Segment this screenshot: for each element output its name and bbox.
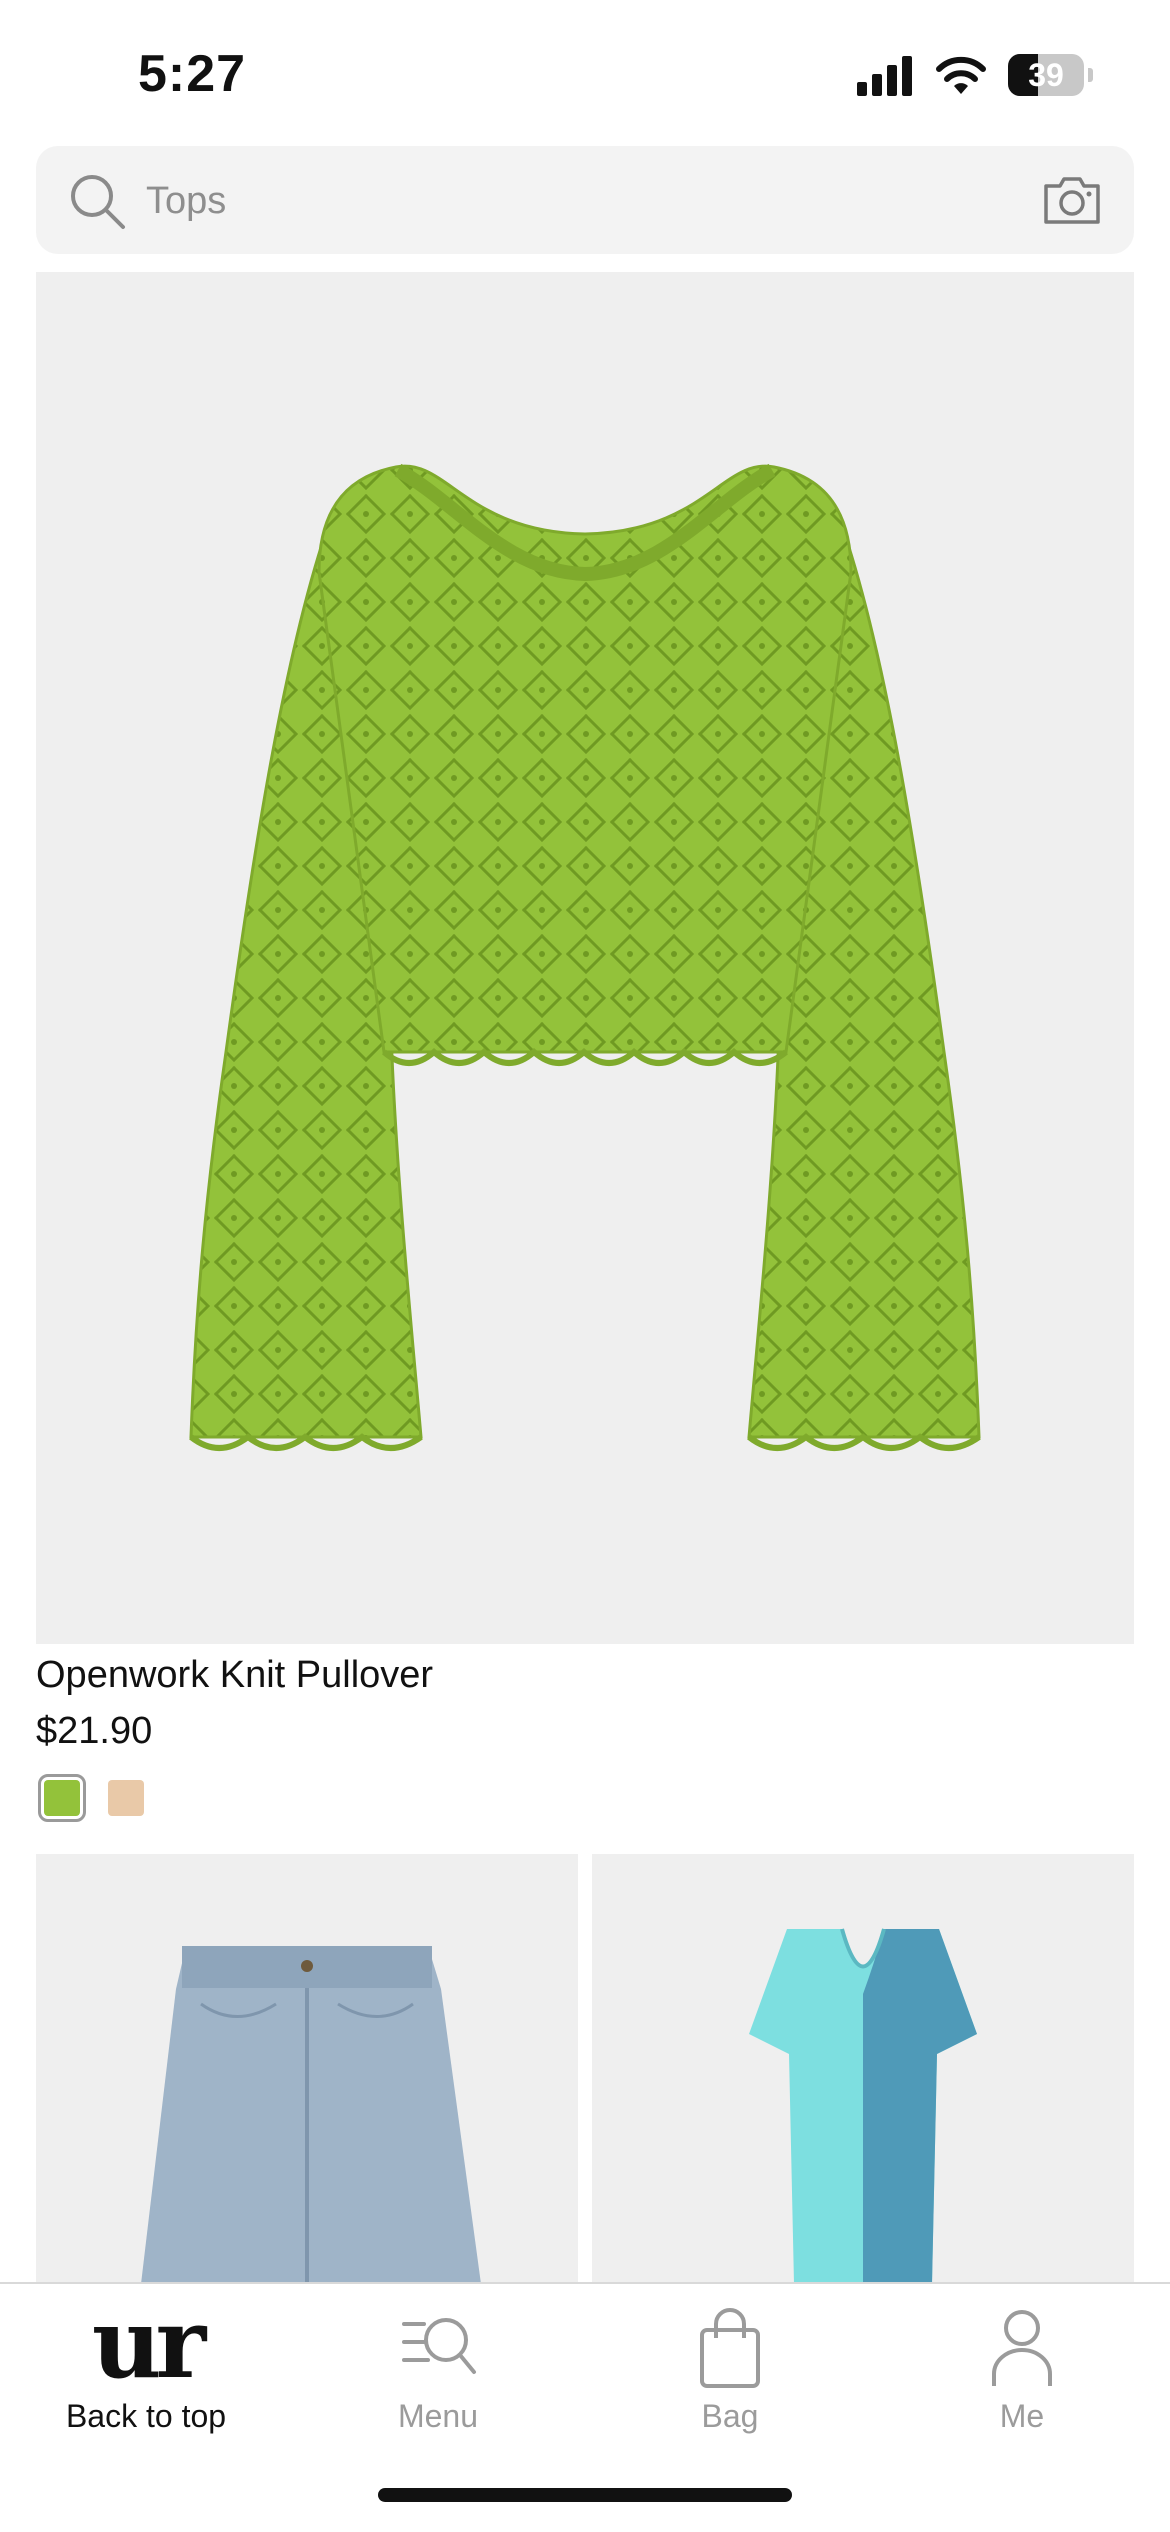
- menu-search-icon: [402, 2318, 476, 2374]
- battery-icon: 39: [1008, 54, 1093, 96]
- status-time: 5:27: [138, 45, 247, 103]
- battery-body: 39: [1008, 54, 1084, 96]
- featured-product-image[interactable]: [36, 272, 1134, 1644]
- search-icon: [71, 175, 125, 229]
- tab-back-to-top[interactable]: ur Back to top: [0, 2284, 292, 2464]
- tab-bag[interactable]: Bag: [584, 2284, 876, 2464]
- status-bar: 5:27 39: [0, 0, 1170, 140]
- camera-icon[interactable]: [1042, 174, 1102, 226]
- bag-icon: [700, 2308, 760, 2388]
- battery-percentage: 39: [1028, 57, 1064, 93]
- jeans-image: [141, 1946, 481, 2284]
- home-indicator[interactable]: [378, 2488, 792, 2502]
- tab-label-me: Me: [999, 2398, 1045, 2434]
- ur-logo-icon: ur: [91, 2287, 206, 2400]
- product-price: $21.90: [36, 1710, 153, 1752]
- color-swatch-green[interactable]: [38, 1774, 86, 1822]
- search-input[interactable]: [144, 174, 1028, 228]
- tab-me[interactable]: Me: [876, 2284, 1168, 2464]
- tab-label-back-to-top: Back to top: [65, 2398, 227, 2434]
- green-knit-pullover-illustration: [189, 463, 981, 1451]
- product-card-dress[interactable]: [592, 1854, 1134, 2284]
- battery-cap: [1088, 68, 1093, 82]
- tab-menu[interactable]: Menu: [292, 2284, 584, 2464]
- wifi-icon: [936, 56, 986, 94]
- product-listing-screen: 5:27 39 Tops Openwork Knit Pullover $21.…: [0, 0, 1170, 2532]
- person-icon: [992, 2310, 1052, 2386]
- product-card-jeans[interactable]: [36, 1854, 578, 2284]
- tab-label-bag: Bag: [701, 2398, 759, 2434]
- search-bar[interactable]: [36, 146, 1134, 254]
- color-swatch-beige[interactable]: [108, 1780, 144, 1816]
- product-title[interactable]: Openwork Knit Pullover: [36, 1654, 433, 1697]
- cellular-signal-icon: [857, 56, 912, 96]
- tab-label-menu: Menu: [397, 2398, 479, 2434]
- dress-image: [749, 1928, 977, 2284]
